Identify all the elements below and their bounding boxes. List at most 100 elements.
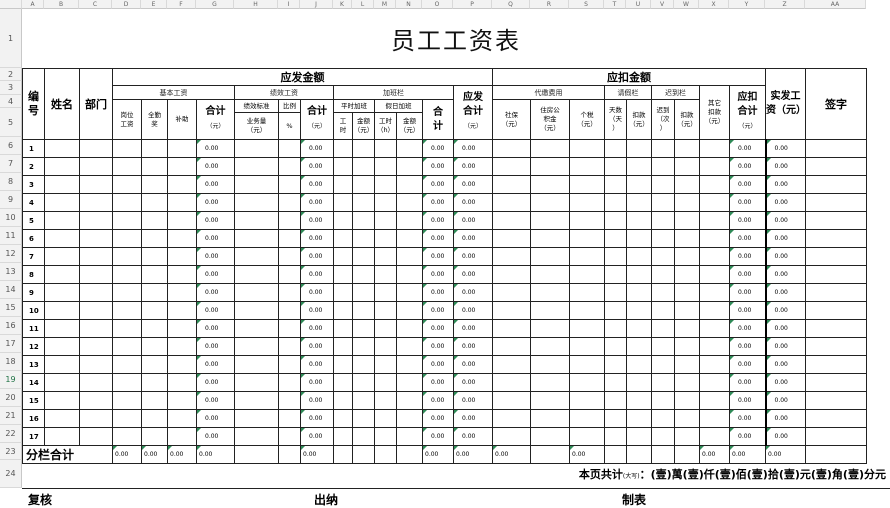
cell-e[interactable] — [141, 211, 168, 230]
row-header-17[interactable]: 17 — [0, 335, 22, 353]
cell-t[interactable] — [604, 283, 627, 302]
cell-c[interactable] — [79, 157, 113, 176]
cell-l[interactable] — [352, 265, 375, 284]
cell-u[interactable] — [626, 319, 652, 338]
cell-u[interactable] — [626, 283, 652, 302]
row-header-11[interactable]: 11 — [0, 227, 22, 245]
cell-k[interactable] — [333, 319, 353, 338]
cell-q[interactable] — [492, 337, 531, 356]
cell-z[interactable]: 0.00 — [764, 409, 806, 428]
row-header-16[interactable]: 16 — [0, 317, 22, 335]
cell-aa[interactable] — [805, 337, 867, 356]
cell-l[interactable] — [352, 301, 375, 320]
cell-e[interactable] — [141, 193, 168, 212]
cell-j[interactable]: 0.00 — [300, 139, 334, 158]
cell-q[interactable] — [492, 139, 531, 158]
cell-h[interactable] — [234, 355, 279, 374]
cell-p[interactable]: 0.00 — [453, 175, 493, 194]
cell-x[interactable] — [699, 175, 730, 194]
cell-i[interactable] — [278, 427, 301, 446]
cell-u[interactable] — [626, 427, 652, 446]
cell-l[interactable] — [352, 409, 375, 428]
cell-u[interactable] — [626, 391, 652, 410]
cell-z[interactable]: 0.00 — [764, 211, 806, 230]
cell-t[interactable] — [604, 409, 627, 428]
cell-y[interactable]: 0.00 — [729, 283, 766, 302]
cell-u[interactable] — [626, 247, 652, 266]
cell-p[interactable]: 0.00 — [453, 373, 493, 392]
cell-v[interactable] — [651, 319, 675, 338]
cell-a[interactable]: 12 — [22, 337, 45, 356]
total-cell-i[interactable] — [278, 445, 301, 464]
cell-u[interactable] — [626, 337, 652, 356]
cell-aa[interactable] — [805, 211, 867, 230]
cell-r[interactable] — [530, 283, 570, 302]
cell-d[interactable] — [112, 355, 142, 374]
cell-p[interactable]: 0.00 — [453, 265, 493, 284]
cell-m[interactable] — [374, 373, 397, 392]
cell-c[interactable] — [79, 265, 113, 284]
cell-z[interactable]: 0.00 — [764, 337, 806, 356]
cell-e[interactable] — [141, 373, 168, 392]
cell-v[interactable] — [651, 409, 675, 428]
column-header-i[interactable]: I — [278, 0, 300, 9]
cell-k[interactable] — [333, 373, 353, 392]
cell-o[interactable]: 0.00 — [422, 157, 454, 176]
column-header-f[interactable]: F — [167, 0, 196, 9]
cell-l[interactable] — [352, 175, 375, 194]
cell-g[interactable]: 0.00 — [196, 391, 235, 410]
cell-j[interactable]: 0.00 — [300, 157, 334, 176]
cell-t[interactable] — [604, 247, 627, 266]
cell-f[interactable] — [167, 265, 197, 284]
cell-a[interactable]: 10 — [22, 301, 45, 320]
cell-h[interactable] — [234, 301, 279, 320]
cell-v[interactable] — [651, 175, 675, 194]
cell-e[interactable] — [141, 247, 168, 266]
column-header-t[interactable]: T — [604, 0, 626, 9]
total-cell-u[interactable] — [626, 445, 652, 464]
cell-a[interactable]: 8 — [22, 265, 45, 284]
cell-d[interactable] — [112, 139, 142, 158]
cell-h[interactable] — [234, 373, 279, 392]
cell-x[interactable] — [699, 337, 730, 356]
cell-g[interactable]: 0.00 — [196, 427, 235, 446]
cell-k[interactable] — [333, 337, 353, 356]
cell-i[interactable] — [278, 409, 301, 428]
cell-aa[interactable] — [805, 265, 867, 284]
cell-w[interactable] — [674, 247, 700, 266]
cell-j[interactable]: 0.00 — [300, 193, 334, 212]
cell-u[interactable] — [626, 229, 652, 248]
cell-t[interactable] — [604, 319, 627, 338]
cell-o[interactable]: 0.00 — [422, 283, 454, 302]
cell-l[interactable] — [352, 355, 375, 374]
cell-m[interactable] — [374, 157, 397, 176]
cell-d[interactable] — [112, 427, 142, 446]
column-header-n[interactable]: N — [396, 0, 422, 9]
cell-b[interactable] — [44, 157, 80, 176]
cell-a[interactable]: 6 — [22, 229, 45, 248]
cell-m[interactable] — [374, 355, 397, 374]
cell-e[interactable] — [141, 229, 168, 248]
cell-w[interactable] — [674, 373, 700, 392]
cell-o[interactable]: 0.00 — [422, 229, 454, 248]
cell-x[interactable] — [699, 229, 730, 248]
cell-h[interactable] — [234, 193, 279, 212]
cell-o[interactable]: 0.00 — [422, 193, 454, 212]
total-cell-t[interactable] — [604, 445, 627, 464]
cell-y[interactable]: 0.00 — [729, 157, 766, 176]
cell-u[interactable] — [626, 193, 652, 212]
row-header-2[interactable]: 2 — [0, 68, 22, 81]
cell-m[interactable] — [374, 139, 397, 158]
cell-l[interactable] — [352, 211, 375, 230]
cell-l[interactable] — [352, 283, 375, 302]
cell-i[interactable] — [278, 265, 301, 284]
cell-m[interactable] — [374, 193, 397, 212]
cell-p[interactable]: 0.00 — [453, 283, 493, 302]
cell-q[interactable] — [492, 211, 531, 230]
cell-g[interactable]: 0.00 — [196, 193, 235, 212]
cell-s[interactable] — [569, 427, 605, 446]
cell-n[interactable] — [396, 319, 423, 338]
cell-q[interactable] — [492, 373, 531, 392]
cell-p[interactable]: 0.00 — [453, 139, 493, 158]
cell-m[interactable] — [374, 175, 397, 194]
